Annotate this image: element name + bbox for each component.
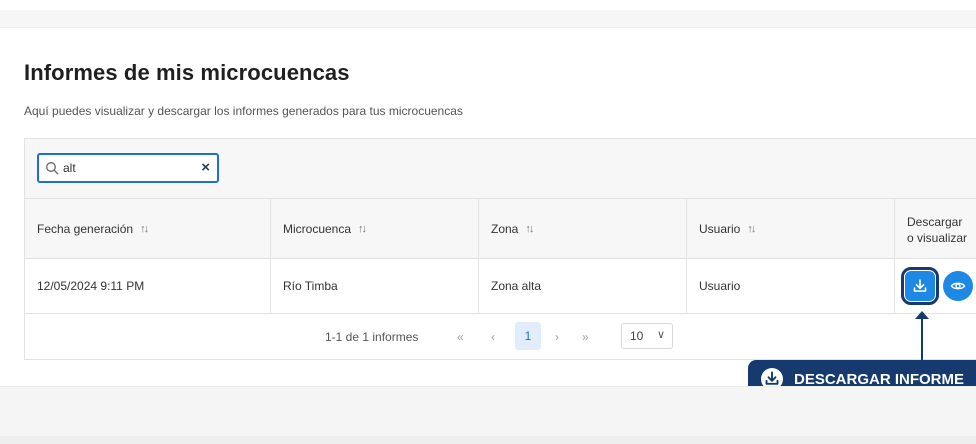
col-header-zona[interactable]: Zona ↑↓ bbox=[479, 199, 687, 258]
callout-label: DESCARGAR INFORME bbox=[794, 370, 965, 388]
table-toolbar: × bbox=[25, 139, 976, 199]
page-size-value: 10 bbox=[630, 329, 644, 343]
sort-icon[interactable]: ↑↓ bbox=[747, 223, 756, 235]
page-number-button[interactable]: 1 bbox=[515, 322, 541, 350]
pagination: 1-1 de 1 informes « ‹ 1 › » 10 ∨ bbox=[25, 314, 976, 360]
bottom-strip bbox=[0, 386, 976, 436]
view-button[interactable] bbox=[943, 271, 973, 301]
next-page-button[interactable]: › bbox=[555, 330, 559, 344]
cell-zona: Zona alta bbox=[479, 259, 687, 313]
first-page-button[interactable]: « bbox=[457, 330, 464, 344]
col-header-usuario[interactable]: Usuario ↑↓ bbox=[687, 199, 895, 258]
sort-icon[interactable]: ↑↓ bbox=[358, 223, 367, 235]
table-row: 12/05/2024 9:11 PM Río Timba Zona alta U… bbox=[25, 259, 976, 314]
search-box[interactable]: × bbox=[37, 153, 219, 183]
col-label-acciones-line2: o visualizar bbox=[907, 230, 968, 245]
search-input[interactable] bbox=[63, 159, 193, 177]
page-size-select[interactable]: 10 ∨ bbox=[621, 323, 673, 349]
cell-microcuenca: Río Timba bbox=[271, 259, 479, 313]
col-label-usuario: Usuario bbox=[699, 221, 741, 236]
page-title: Informes de mis microcuencas bbox=[24, 60, 350, 85]
callout-line bbox=[921, 318, 923, 362]
sort-icon[interactable]: ↑↓ bbox=[140, 223, 149, 235]
cell-usuario: Usuario bbox=[687, 259, 895, 313]
download-icon bbox=[913, 279, 927, 292]
reports-table: × Fecha generación ↑↓ Microcuenca ↑↓ Zon… bbox=[24, 138, 976, 360]
prev-page-button[interactable]: ‹ bbox=[491, 330, 495, 344]
table-header: Fecha generación ↑↓ Microcuenca ↑↓ Zona … bbox=[25, 199, 976, 259]
col-label-fecha: Fecha generación bbox=[37, 221, 134, 236]
last-page-button[interactable]: » bbox=[582, 330, 589, 344]
eye-icon bbox=[950, 282, 966, 290]
download-button[interactable] bbox=[901, 267, 939, 305]
col-header-acciones: Descargar o visualizar bbox=[895, 199, 976, 258]
top-strip bbox=[0, 10, 976, 28]
search-icon bbox=[46, 162, 59, 175]
clear-search-icon[interactable]: × bbox=[201, 158, 210, 178]
col-label-zona: Zona bbox=[491, 221, 519, 236]
bottom-strip-footer bbox=[0, 436, 976, 444]
col-header-microcuenca[interactable]: Microcuenca ↑↓ bbox=[271, 199, 479, 258]
col-label-acciones-line1: Descargar bbox=[907, 214, 963, 229]
page-subtitle: Aquí puedes visualizar y descargar los i… bbox=[24, 104, 463, 118]
sort-icon[interactable]: ↑↓ bbox=[525, 223, 534, 235]
cell-fecha: 12/05/2024 9:11 PM bbox=[25, 259, 271, 313]
col-label-microcuenca: Microcuenca bbox=[283, 221, 352, 236]
pagination-info: 1-1 de 1 informes bbox=[325, 330, 419, 344]
col-header-fecha[interactable]: Fecha generación ↑↓ bbox=[25, 199, 271, 258]
chevron-down-icon: ∨ bbox=[656, 329, 665, 341]
